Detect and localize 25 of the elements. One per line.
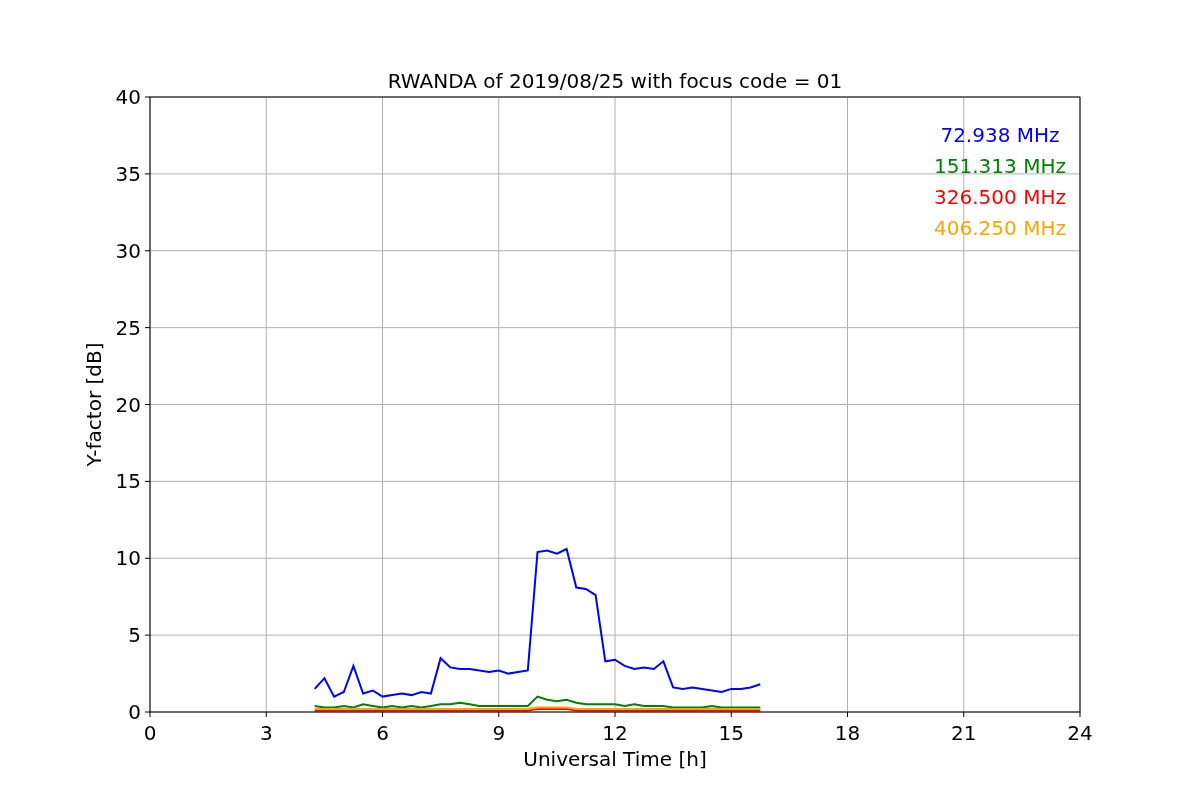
tick-label: 6 (376, 721, 389, 745)
tick-label: 40 (115, 85, 141, 109)
tick-label: 0 (143, 721, 157, 745)
tick-label: 25 (115, 315, 141, 340)
tick-label: 10 (115, 546, 141, 571)
tick-label: 30 (115, 238, 141, 263)
x-axis-label: Universal Time [h] (523, 747, 707, 771)
tick-label: 12 (602, 721, 628, 745)
legend-label: 326.500 MHz (934, 185, 1066, 209)
tick-label: 3 (259, 721, 273, 745)
legend-label: 406.250 MHz (934, 216, 1066, 240)
tick-label: 20 (115, 392, 141, 417)
chart-title: RWANDA of 2019/08/25 with focus code = 01 (387, 69, 843, 93)
tick-label: 5 (128, 623, 141, 648)
tick-label: 15 (115, 469, 141, 494)
tick-label: 24 (1067, 721, 1093, 745)
tick-label: 9 (492, 721, 506, 745)
tick-label: 21 (951, 721, 977, 745)
tick-label: 18 (834, 721, 861, 745)
tick-label: 35 (115, 161, 141, 186)
legend-label: 151.313 MHz (934, 154, 1066, 178)
legend-label: 72.938 MHz (940, 123, 1060, 147)
y-axis-label: Y-factor [dB] (82, 342, 106, 467)
tick-label: 15 (718, 721, 744, 745)
tick-label: 0 (128, 700, 141, 724)
